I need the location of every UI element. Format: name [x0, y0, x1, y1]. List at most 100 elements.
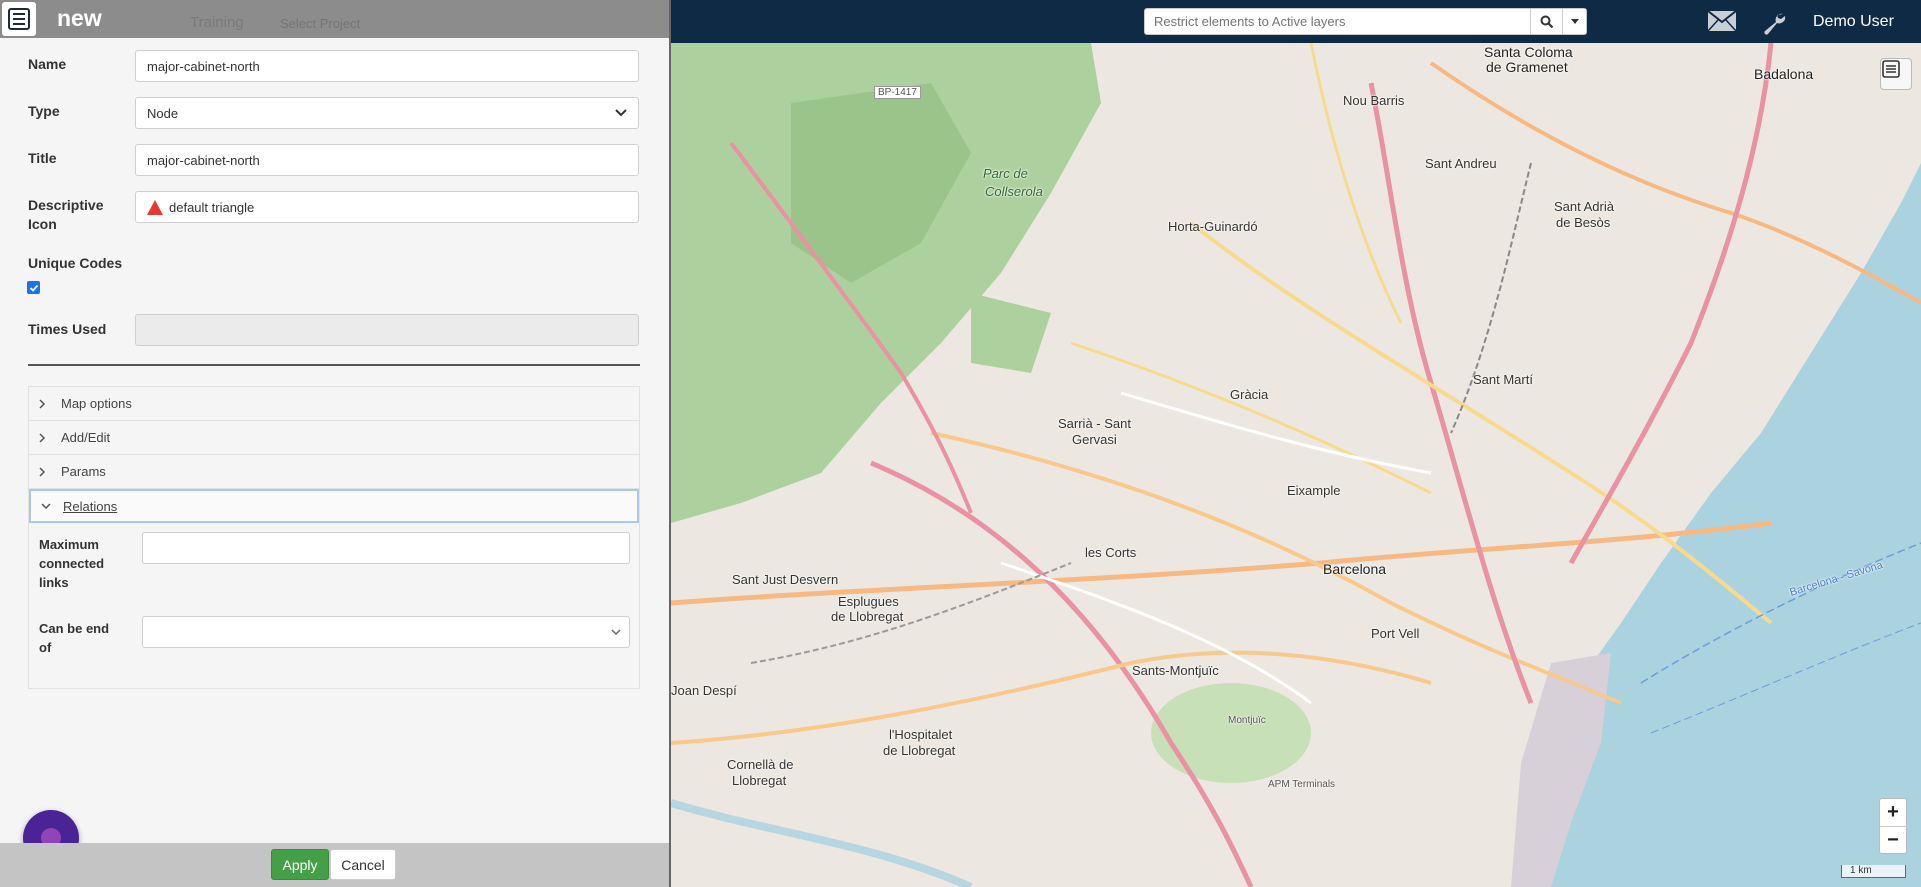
wrench-icon [1764, 13, 1786, 35]
map-label-gervasi: Gervasi [1072, 432, 1117, 447]
chevron-right-icon [39, 398, 46, 409]
faded-nav-project: Select Project [280, 16, 361, 31]
scale-bar: 1 km [1841, 865, 1906, 878]
unique-codes-checkbox[interactable] [27, 281, 40, 294]
name-label: Name [28, 56, 67, 72]
map-label-cornella: Cornellà de [727, 757, 794, 772]
accordion-label: Params [61, 464, 106, 479]
search-icon [1540, 15, 1553, 28]
name-field[interactable]: major-cabinet-north [135, 50, 639, 82]
map-label-hospitalet-2: de Llobregat [883, 743, 956, 758]
chevron-down-icon [611, 628, 621, 635]
zoom-out-button[interactable]: − [1880, 826, 1906, 853]
layers-panel-button[interactable] [1880, 58, 1912, 90]
section-divider [28, 364, 640, 366]
caret-down-icon [1570, 18, 1579, 24]
chevron-right-icon [39, 432, 46, 443]
map-label-sarria: Sarrià - Sant [1058, 416, 1131, 431]
icon-select[interactable]: default triangle [135, 191, 639, 223]
end-of-label-2: of [39, 640, 52, 655]
map-label-port-vell: Port Vell [1371, 626, 1420, 641]
user-menu[interactable]: Demo User [1813, 13, 1894, 31]
map-label-sant-adria: Sant Adrià [1554, 199, 1614, 214]
map-tiles [671, 43, 1921, 887]
map-label-santa-coloma: Santa Coloma [1484, 44, 1573, 60]
map-label-barcelona: Barcelona [1323, 561, 1387, 577]
envelope-icon [1707, 10, 1737, 32]
cancel-button[interactable]: Cancel [330, 849, 396, 880]
map-label-gracia: Gràcia [1230, 387, 1269, 402]
chevron-down-icon [615, 109, 627, 117]
map-label-nou-barris: Nou Barris [1343, 93, 1405, 108]
panel-header: new Training Select Project [0, 0, 669, 38]
title-value: major-cabinet-north [147, 152, 260, 168]
times-used-label: Times Used [28, 321, 107, 337]
icon-value: default triangle [169, 199, 255, 215]
map-label-eixample: Eixample [1287, 483, 1341, 498]
accordion-label: Add/Edit [61, 430, 111, 445]
panel-title: new [57, 5, 102, 31]
type-select[interactable]: Node [135, 97, 639, 129]
accordion-add-edit[interactable]: Add/Edit [29, 421, 639, 455]
list-icon [8, 8, 30, 30]
type-value: Node [147, 105, 179, 121]
relations-panel: Maximum connected links Can be end of [29, 523, 639, 688]
messages-button[interactable] [1707, 9, 1737, 36]
map-label-de-besos: de Besòs [1556, 215, 1611, 230]
max-links-label-3: links [39, 575, 69, 590]
end-of-label-1: Can be end [39, 621, 110, 636]
unique-codes-label: Unique Codes [28, 255, 123, 271]
map-label-de-gramenet: de Gramenet [1486, 59, 1568, 75]
list-icon [1882, 60, 1900, 78]
map-label-sant-marti: Sant Martí [1473, 372, 1533, 387]
search-button[interactable] [1530, 9, 1562, 34]
name-value: major-cabinet-north [147, 58, 260, 74]
zoom-control: + − [1879, 798, 1907, 854]
map-label-badalona: Badalona [1754, 66, 1814, 82]
accordion-label: Relations [63, 498, 118, 514]
map-label-hospitalet: l'Hospitalet [889, 727, 953, 742]
zoom-in-button[interactable]: + [1880, 799, 1906, 826]
accordion-label: Map options [61, 396, 132, 411]
faded-nav-tab: Training [190, 14, 244, 31]
max-links-label-2: connected [39, 556, 105, 571]
max-links-label-1: Maximum [39, 537, 99, 552]
search-input[interactable] [1145, 9, 1530, 34]
map-view[interactable]: Santa Coloma de Gramenet Badalona Nou Ba… [671, 43, 1921, 887]
accordion-params[interactable]: Params [29, 455, 639, 489]
options-accordion: Map options Add/Edit Params Relations Ma… [28, 386, 640, 689]
icon-label-line1: Descriptive [28, 197, 104, 213]
accordion-map-options[interactable]: Map options [29, 387, 639, 421]
panel-footer: Apply Cancel [0, 843, 669, 887]
map-label-les-corts: les Corts [1085, 545, 1137, 560]
search-options-button[interactable] [1562, 9, 1586, 34]
accordion-relations[interactable]: Relations [29, 489, 639, 523]
title-field[interactable]: major-cabinet-north [135, 144, 639, 176]
title-label: Title [28, 150, 57, 166]
times-used-field [135, 314, 639, 346]
icon-label-line2: Icon [28, 216, 57, 232]
max-links-input[interactable] [142, 532, 630, 564]
settings-button[interactable] [1763, 11, 1787, 38]
apply-button[interactable]: Apply [271, 849, 329, 880]
map-label-cornella-2: Llobregat [732, 773, 787, 788]
map-label-esplugues-2: de Llobregat [831, 609, 904, 624]
map-label-apm: APM Terminals [1268, 779, 1336, 790]
map-label-joan-despi: Joan Despí [671, 683, 737, 698]
type-label: Type [28, 103, 60, 119]
map-label-esplugues: Esplugues [838, 594, 899, 609]
chevron-right-icon [39, 466, 46, 477]
map-label-sants-montjuic: Sants-Montjuïc [1132, 663, 1219, 678]
map-label-bp1417: BP-1417 [874, 86, 921, 99]
map-label-collserola: Collserola [985, 184, 1043, 199]
search-box [1144, 8, 1587, 35]
end-of-select[interactable] [142, 616, 630, 648]
edit-panel: new Training Select Project Name major-c… [0, 0, 671, 887]
triangle-icon [147, 199, 163, 215]
map-label-montjuic: Montjuïc [1228, 715, 1266, 726]
map-label-sant-just: Sant Just Desvern [732, 572, 839, 587]
check-icon [29, 284, 38, 292]
map-label-horta-guinardo: Horta-Guinardó [1168, 219, 1258, 234]
panel-menu-button[interactable] [2, 2, 36, 36]
chevron-down-icon [41, 502, 51, 509]
